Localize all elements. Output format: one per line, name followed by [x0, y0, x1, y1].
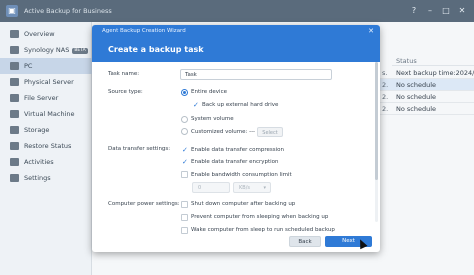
sidebar-item-pc[interactable]: PC — [0, 58, 92, 74]
prevent-sleep-label: Prevent computer from sleeping when back… — [191, 214, 329, 220]
wizard-scrollbar[interactable] — [375, 62, 378, 222]
row-status: No schedule — [396, 105, 437, 113]
sidebar: Overview Synology NAS BETA PC Physical Se… — [0, 22, 92, 275]
table-row[interactable]: 2. No schedule — [380, 79, 474, 91]
row-status: No schedule — [396, 81, 437, 89]
sidebar-item-activities[interactable]: Activities — [0, 154, 92, 170]
bandwidth-limit-label: Enable bandwidth consumption limit — [191, 172, 292, 178]
close-icon[interactable]: ✕ — [456, 5, 468, 17]
bandwidth-unit-value: KB/s — [239, 185, 250, 191]
row-fragment: s. — [382, 69, 388, 77]
transfer-settings-label: Data transfer settings: — [108, 146, 171, 152]
sidebar-item-overview[interactable]: Overview — [0, 26, 92, 42]
gear-icon — [10, 174, 19, 182]
compression-checkbox[interactable]: ✓ — [181, 146, 188, 154]
sidebar-item-virtual-machine[interactable]: Virtual Machine — [0, 106, 92, 122]
file-server-icon — [10, 94, 19, 102]
help-icon[interactable]: ? — [408, 5, 420, 17]
pc-icon — [10, 62, 19, 70]
sidebar-item-label: Activities — [24, 158, 54, 166]
sidebar-item-storage[interactable]: Storage — [0, 122, 92, 138]
shutdown-label: Shut down computer after backing up — [191, 201, 296, 207]
wizard-window-title: Agent Backup Creation Wizard — [102, 28, 186, 34]
row-fragment: 2. — [382, 81, 389, 89]
activities-icon — [10, 158, 19, 166]
sidebar-item-label: Virtual Machine — [24, 110, 75, 118]
nas-icon — [10, 46, 19, 54]
maximize-icon[interactable]: □ — [440, 5, 452, 17]
close-icon[interactable]: ✕ — [368, 27, 374, 36]
sidebar-item-label: Overview — [24, 30, 55, 38]
entire-device-radio[interactable] — [181, 89, 188, 96]
storage-icon — [10, 126, 19, 134]
shutdown-checkbox[interactable] — [181, 201, 188, 208]
sidebar-item-restore-status[interactable]: Restore Status — [0, 138, 92, 154]
sidebar-item-label: Synology NAS — [24, 46, 70, 54]
wizard-heading: Create a backup task — [92, 38, 380, 62]
sidebar-item-file-server[interactable]: File Server — [0, 90, 92, 106]
task-name-label: Task name: — [108, 71, 140, 77]
bandwidth-value-input[interactable]: 0 — [192, 182, 230, 193]
minimize-icon[interactable]: – — [424, 5, 436, 17]
system-volume-radio[interactable] — [181, 116, 188, 123]
sidebar-item-label: Storage — [24, 126, 50, 134]
app-title: Active Backup for Business — [24, 7, 112, 15]
vm-icon — [10, 110, 19, 118]
sidebar-item-label: PC — [24, 62, 33, 70]
sidebar-item-label: Settings — [24, 174, 51, 182]
app-logo-icon: ▣ — [6, 5, 18, 17]
server-icon — [10, 78, 19, 86]
bandwidth-unit-select[interactable]: KB/s ▾ — [233, 182, 271, 193]
encryption-checkbox[interactable]: ✓ — [181, 158, 188, 166]
sidebar-item-synology-nas[interactable]: Synology NAS BETA — [0, 42, 92, 58]
backup-external-checkbox[interactable]: ✓ — [192, 101, 199, 109]
table-row[interactable]: 2. No schedule — [380, 91, 474, 103]
row-fragment: 2. — [382, 93, 389, 101]
sidebar-item-label: Restore Status — [24, 142, 72, 150]
chevron-down-icon: ▾ — [263, 185, 266, 191]
select-volume-button[interactable]: Select — [257, 127, 283, 137]
wake-checkbox[interactable] — [181, 227, 188, 234]
sidebar-item-physical-server[interactable]: Physical Server — [0, 74, 92, 90]
table-row[interactable]: 2. No schedule — [380, 103, 474, 115]
status-column-header[interactable]: Status — [392, 56, 474, 66]
compression-label: Enable data transfer compression — [191, 147, 284, 153]
task-name-input[interactable] — [180, 69, 332, 80]
sidebar-item-label: Physical Server — [24, 78, 74, 86]
system-volume-label: System volume — [191, 116, 234, 122]
grid-icon — [10, 30, 19, 38]
sidebar-item-label: File Server — [24, 94, 59, 102]
entire-device-label: Entire device — [191, 89, 227, 95]
customized-volume-label: Customized volume: --- — [191, 129, 256, 135]
wizard-title-bar: Agent Backup Creation Wizard ✕ — [92, 25, 380, 38]
wake-label: Wake computer from sleep to run schedule… — [191, 227, 335, 233]
beta-badge: BETA — [72, 48, 88, 54]
sidebar-item-settings[interactable]: Settings — [0, 170, 92, 186]
restore-icon — [10, 142, 19, 150]
backup-external-label: Back up external hard drive — [202, 102, 279, 108]
customized-volume-radio[interactable] — [181, 128, 188, 135]
app-title-bar: ▣ Active Backup for Business ? – □ ✕ — [0, 0, 474, 22]
row-status: No schedule — [396, 93, 437, 101]
scrollbar-thumb[interactable] — [375, 62, 378, 180]
bandwidth-limit-checkbox[interactable] — [181, 171, 188, 178]
encryption-label: Enable data transfer encryption — [191, 159, 279, 165]
source-type-label: Source type: — [108, 89, 143, 95]
row-fragment: 2. — [382, 105, 389, 113]
row-status: Next backup time:2024/0 — [396, 69, 474, 77]
power-settings-label: Computer power settings: — [108, 201, 180, 207]
back-button[interactable]: Back — [289, 236, 321, 247]
table-row[interactable]: s. Next backup time:2024/0 — [380, 67, 474, 79]
prevent-sleep-checkbox[interactable] — [181, 214, 188, 221]
